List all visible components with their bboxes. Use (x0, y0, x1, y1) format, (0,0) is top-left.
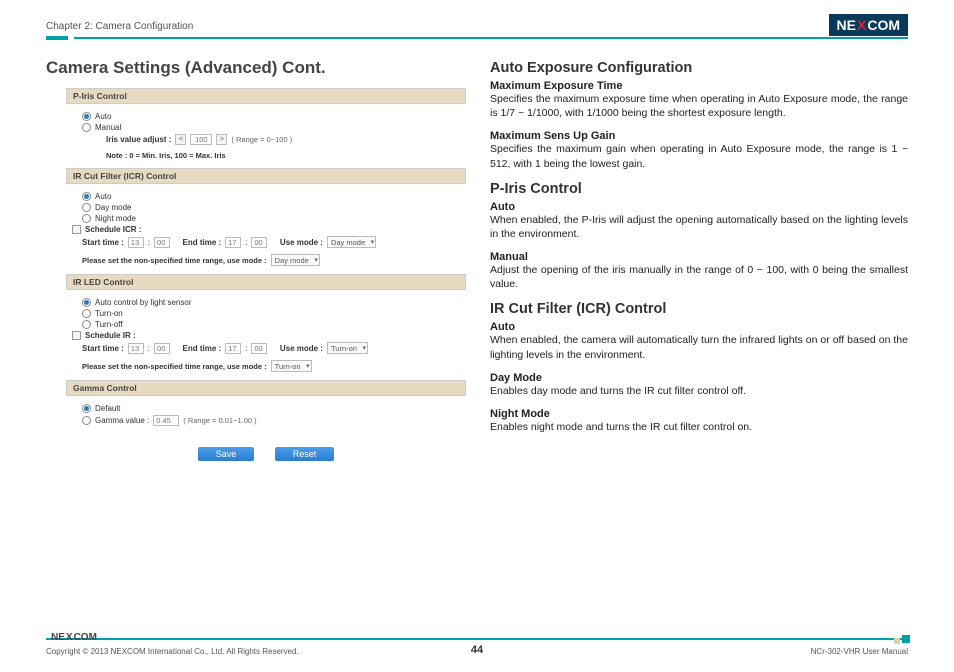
icr-use-mode-select[interactable]: Day mode (327, 236, 376, 248)
label-gamma-value: Gamma value : (95, 416, 149, 425)
label-icr-use: Use mode : (280, 238, 323, 247)
text-icr-day: Enables day mode and turns the IR cut fi… (490, 384, 908, 398)
label-irled-on: Turn-on (95, 309, 123, 318)
iris-increase-button[interactable]: > (216, 134, 227, 145)
ir-start-hour-input[interactable]: 13 (128, 343, 144, 354)
logo-x-icon: X (856, 17, 867, 33)
right-column: Auto Exposure Configuration Maximum Expo… (490, 58, 908, 462)
brand-logo: NEXCOM (829, 14, 908, 36)
iris-decrease-button[interactable]: < (175, 134, 186, 145)
irled-help-text: Please set the non-specified time range,… (82, 362, 267, 371)
ir-start-min-input[interactable]: 00 (154, 343, 170, 354)
radio-icr-night[interactable] (82, 214, 91, 223)
logo-text-post: COM (867, 17, 900, 33)
label-schedule-ir: Schedule IR : (85, 331, 136, 340)
panel-title-gamma: Gamma Control (66, 380, 466, 396)
ir-use-mode-select[interactable]: Turn-on (327, 342, 368, 354)
label-irled-off: Turn-off (95, 320, 123, 329)
piris-note: Note : 0 = Min. Iris, 100 = Max. Iris (106, 151, 460, 160)
icr-end-hour-input[interactable]: 17 (225, 237, 241, 248)
radio-irled-off[interactable] (82, 320, 91, 329)
chapter-label: Chapter 2: Camera Configuration (46, 21, 193, 36)
subheading-icr-day: Day Mode (490, 372, 908, 384)
heading-icr: IR Cut Filter (ICR) Control (490, 301, 908, 317)
label-gamma-range: ( Range = 0.01~1.00 ) (183, 416, 256, 425)
checkbox-schedule-icr[interactable] (72, 225, 81, 234)
icr-start-hour-input[interactable]: 13 (128, 237, 144, 248)
logo-text-pre: NE (837, 17, 856, 33)
checkbox-schedule-ir[interactable] (72, 331, 81, 340)
text-piris-auto: When enabled, the P-Iris will adjust the… (490, 213, 908, 241)
radio-icr-auto[interactable] (82, 192, 91, 201)
label-schedule-icr: Schedule ICR : (85, 225, 141, 234)
ir-help-mode-select[interactable]: Turn-on (271, 360, 312, 372)
subheading-max-exposure: Maximum Exposure Time (490, 80, 908, 92)
label-icr-night: Night mode (95, 214, 136, 223)
radio-gamma-value[interactable] (82, 416, 91, 425)
radio-piris-auto[interactable] (82, 112, 91, 121)
icr-start-min-input[interactable]: 00 (154, 237, 170, 248)
text-max-sensup: Specifies the maximum gain when operatin… (490, 142, 908, 170)
icr-help-mode-select[interactable]: Day mode (271, 254, 320, 266)
text-icr-auto: When enabled, the camera will automatica… (490, 333, 908, 361)
header-rule (46, 36, 908, 40)
label-gamma-default: Default (95, 404, 120, 413)
save-button[interactable]: Save (198, 447, 255, 461)
subheading-max-sensup: Maximum Sens Up Gain (490, 130, 908, 142)
subheading-piris-auto: Auto (490, 201, 908, 213)
panel-title-irled: IR LED Control (66, 274, 466, 290)
radio-icr-day[interactable] (82, 203, 91, 212)
main-content: Camera Settings (Advanced) Cont. P-Iris … (0, 40, 954, 462)
subheading-icr-night: Night Mode (490, 408, 908, 420)
label-irled-use: Use mode : (280, 344, 323, 353)
gamma-value-input[interactable]: 0.45 (153, 415, 179, 426)
page-number: 44 (471, 644, 483, 656)
settings-screenshot: P-Iris Control Auto Manual Iris value ad… (66, 88, 466, 436)
page-footer: NEXCOM Copyright © 2013 NEXCOM Internati… (46, 630, 908, 656)
subheading-piris-manual: Manual (490, 251, 908, 263)
heading-piris: P-Iris Control (490, 181, 908, 197)
radio-gamma-default[interactable] (82, 404, 91, 413)
label-icr-end: End time : (182, 238, 221, 247)
label-iris-range: ( Range = 0~100 ) (231, 135, 292, 144)
page-title: Camera Settings (Advanced) Cont. (46, 58, 466, 78)
manual-name: NCr-302-VHR User Manual (811, 647, 908, 656)
label-piris-manual: Manual (95, 123, 121, 132)
footer-left: NEXCOM Copyright © 2013 NEXCOM Internati… (46, 630, 299, 656)
label-iris-adjust: Iris value adjust : (106, 135, 171, 144)
radio-irled-auto[interactable] (82, 298, 91, 307)
heading-auto-exposure: Auto Exposure Configuration (490, 60, 908, 76)
icr-end-min-input[interactable]: 00 (251, 237, 267, 248)
text-icr-night: Enables night mode and turns the IR cut … (490, 420, 908, 434)
ir-end-min-input[interactable]: 00 (251, 343, 267, 354)
icr-help-text: Please set the non-specified time range,… (82, 256, 267, 265)
copyright-text: Copyright © 2013 NEXCOM International Co… (46, 647, 299, 656)
reset-button[interactable]: Reset (275, 447, 335, 461)
ir-end-hour-input[interactable]: 17 (225, 343, 241, 354)
text-max-exposure: Specifies the maximum exposure time when… (490, 92, 908, 120)
label-irled-end: End time : (182, 344, 221, 353)
radio-irled-on[interactable] (82, 309, 91, 318)
label-icr-start: Start time : (82, 238, 124, 247)
label-irled-auto: Auto control by light sensor (95, 298, 192, 307)
label-irled-start: Start time : (82, 344, 124, 353)
page-header: Chapter 2: Camera Configuration NEXCOM (0, 0, 954, 36)
iris-value-input[interactable]: 100 (190, 134, 212, 145)
panel-title-piris: P-Iris Control (66, 88, 466, 104)
label-piris-auto: Auto (95, 112, 111, 121)
radio-piris-manual[interactable] (82, 123, 91, 132)
label-icr-day: Day mode (95, 203, 131, 212)
text-piris-manual: Adjust the opening of the iris manually … (490, 263, 908, 291)
subheading-icr-auto: Auto (490, 321, 908, 333)
left-column: Camera Settings (Advanced) Cont. P-Iris … (46, 58, 466, 462)
label-icr-auto: Auto (95, 192, 111, 201)
panel-title-icr: IR Cut Filter (ICR) Control (66, 168, 466, 184)
